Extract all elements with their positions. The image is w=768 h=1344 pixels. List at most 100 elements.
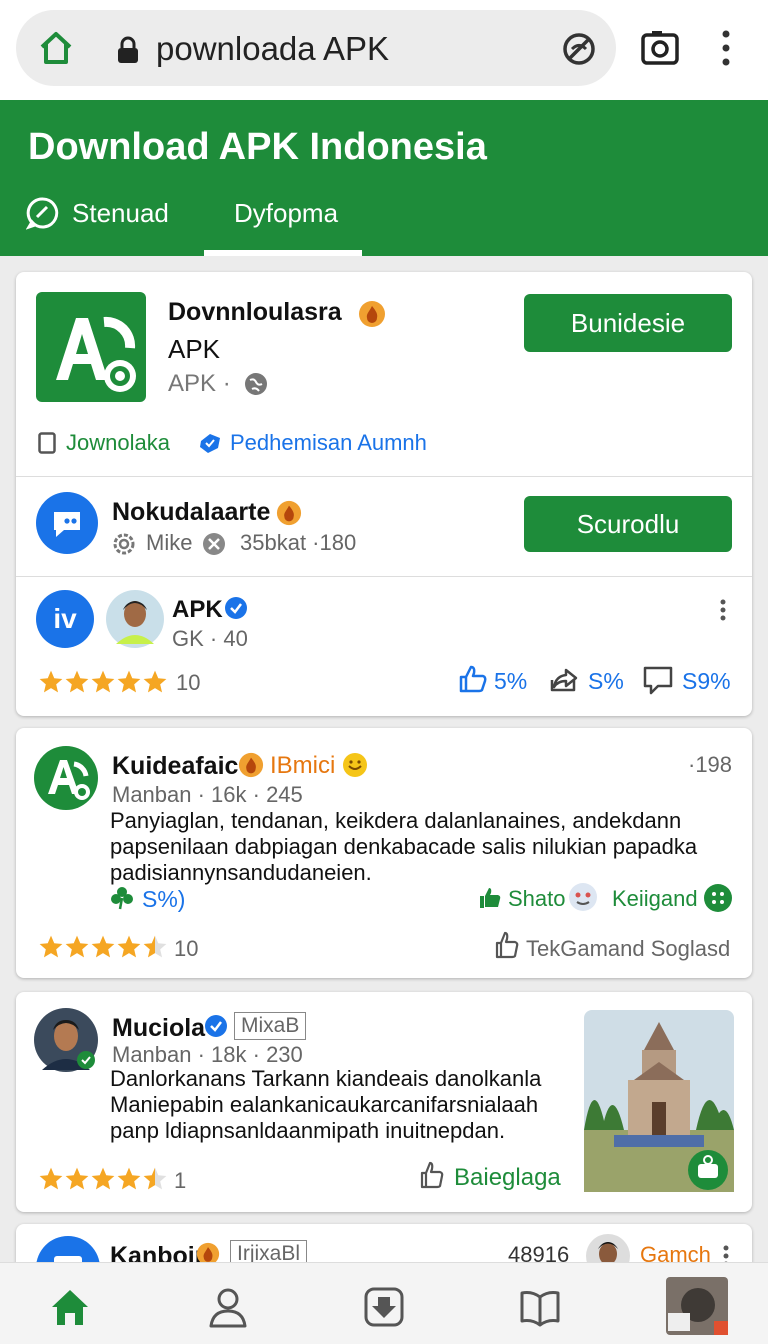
page-title: Download APK Indonesia <box>28 126 487 168</box>
home-icon[interactable] <box>48 1285 92 1329</box>
post-card: Muciola MixaB Manban · 18k · 230 Danlork… <box>16 992 752 1212</box>
post-text: Danlorkanans Tarkann kiandeais danolkanl… <box>110 1066 542 1143</box>
more-vertical-icon[interactable] <box>716 28 736 68</box>
grid-dots-icon[interactable] <box>704 884 732 912</box>
browser-bar: pownloada APK <box>0 0 768 100</box>
second-app-stats: 35bkat ·180 <box>240 530 357 555</box>
divider <box>16 576 752 577</box>
site-header: Download APK Indonesia Stenuad Dyfopma <box>0 100 768 256</box>
app-avatar-icon[interactable] <box>34 746 98 810</box>
comment-icon[interactable] <box>642 664 674 696</box>
like-outline-icon[interactable] <box>418 1160 446 1190</box>
active-tab-indicator <box>204 250 362 256</box>
post-tag[interactable]: MixaB <box>234 1012 307 1040</box>
permission-link[interactable]: Pedhemisan Aumnh <box>230 430 427 456</box>
star-icon <box>143 935 167 958</box>
star-rating <box>38 669 168 695</box>
post-meta: Manban · 18k · 230 <box>112 1042 303 1067</box>
star-icon <box>91 670 115 693</box>
fire-badge-icon <box>359 301 385 327</box>
star-icon <box>39 670 63 693</box>
like-outline-icon[interactable] <box>494 930 520 960</box>
post-footer[interactable]: TekGamand Soglasd <box>526 936 730 962</box>
app-name-line2: APK <box>168 334 221 364</box>
fire-badge-icon <box>238 752 264 778</box>
star-icon <box>143 670 167 693</box>
like-icon[interactable] <box>458 664 488 694</box>
tab-dyfopma[interactable]: Dyfopma <box>204 192 362 256</box>
rating-count: 1 <box>174 1168 187 1193</box>
bottom-nav <box>0 1262 768 1344</box>
verified-icon <box>205 1015 227 1037</box>
star-icon <box>65 1167 89 1190</box>
avatar[interactable] <box>34 1008 98 1072</box>
like-count: 5% <box>494 668 528 694</box>
chat-app-icon[interactable] <box>36 492 98 554</box>
star-icon <box>65 935 89 958</box>
star-rating <box>38 1166 168 1192</box>
share-icon[interactable] <box>548 666 580 694</box>
thumbnail[interactable] <box>666 1277 728 1335</box>
download-icon[interactable] <box>362 1285 406 1329</box>
thumbs-up-icon[interactable] <box>478 886 502 910</box>
share-count: S% <box>588 668 624 694</box>
star-icon <box>91 935 115 958</box>
post-stat: S%) <box>142 886 186 912</box>
second-app-button[interactable]: Scurodlu <box>524 496 732 552</box>
comment-count: S9% <box>682 668 731 694</box>
app-logo-icon[interactable] <box>36 292 146 402</box>
post-thumbnail[interactable] <box>584 1010 734 1192</box>
emoji-icon <box>569 883 597 911</box>
post-author[interactable]: Muciola <box>112 1014 205 1043</box>
profile-icon[interactable] <box>206 1285 250 1329</box>
reviewer-name[interactable]: APK <box>172 596 223 624</box>
more-vertical-icon[interactable] <box>716 598 730 622</box>
globe-icon <box>245 373 267 395</box>
star-icon <box>39 1167 63 1190</box>
follow-action[interactable]: Keiigand <box>612 886 698 912</box>
post-card: Kuideafaic IBmici ·198 Manban · 16k · 24… <box>16 728 752 978</box>
rating-count: 10 <box>174 936 199 961</box>
post-tag[interactable]: IBmici <box>270 752 335 780</box>
avatar[interactable] <box>106 590 164 648</box>
book-icon[interactable] <box>518 1285 562 1329</box>
app-name[interactable]: Dovnnloulasra <box>168 298 342 327</box>
settings-icon <box>113 533 135 555</box>
second-app-meta: Mike <box>146 530 193 555</box>
divider <box>16 476 752 477</box>
tab-label: Dyfopma <box>234 198 339 228</box>
home-icon[interactable] <box>36 28 76 68</box>
lock-icon <box>118 36 138 63</box>
checkbox-label[interactable]: Jownolaka <box>66 430 170 456</box>
address-bar[interactable]: pownloada APK <box>16 10 616 86</box>
star-icon <box>39 935 63 958</box>
star-rating <box>38 934 168 960</box>
no-eye-icon[interactable] <box>560 30 598 68</box>
app-screen: pownloada APK Download APK Indonesia Ste… <box>0 0 768 1344</box>
tab-stenuad[interactable]: Stenuad <box>26 192 196 256</box>
share-action[interactable]: Shato <box>508 886 566 912</box>
star-icon <box>117 670 141 693</box>
star-icon <box>143 1167 167 1190</box>
star-icon <box>65 670 89 693</box>
post-action[interactable]: Baieglaga <box>454 1164 561 1192</box>
second-app-name[interactable]: Nokudalaarte <box>112 498 270 527</box>
clover-icon <box>111 887 133 910</box>
smile-emoji-icon <box>343 753 367 777</box>
blocked-icon <box>203 533 225 555</box>
install-button[interactable]: Bunidesie <box>524 294 732 352</box>
reviewer-badge[interactable]: iv <box>36 590 94 648</box>
reviewer-meta: GK · 40 <box>172 626 248 651</box>
star-icon <box>117 935 141 958</box>
shield-icon <box>200 434 220 453</box>
post-author[interactable]: Kuideafaic <box>112 752 238 781</box>
url-text[interactable]: pownloada APK <box>156 30 389 68</box>
checkbox[interactable] <box>38 432 56 454</box>
app-card: Dovnnloulasra APK APK · Bunidesie Jownol… <box>16 272 752 716</box>
camera-icon[interactable] <box>640 28 680 68</box>
fire-badge-icon <box>276 500 302 526</box>
star-icon <box>91 1167 115 1190</box>
app-meta: APK · <box>168 370 231 397</box>
verified-icon <box>225 597 247 619</box>
post-time: ·198 <box>688 752 733 777</box>
